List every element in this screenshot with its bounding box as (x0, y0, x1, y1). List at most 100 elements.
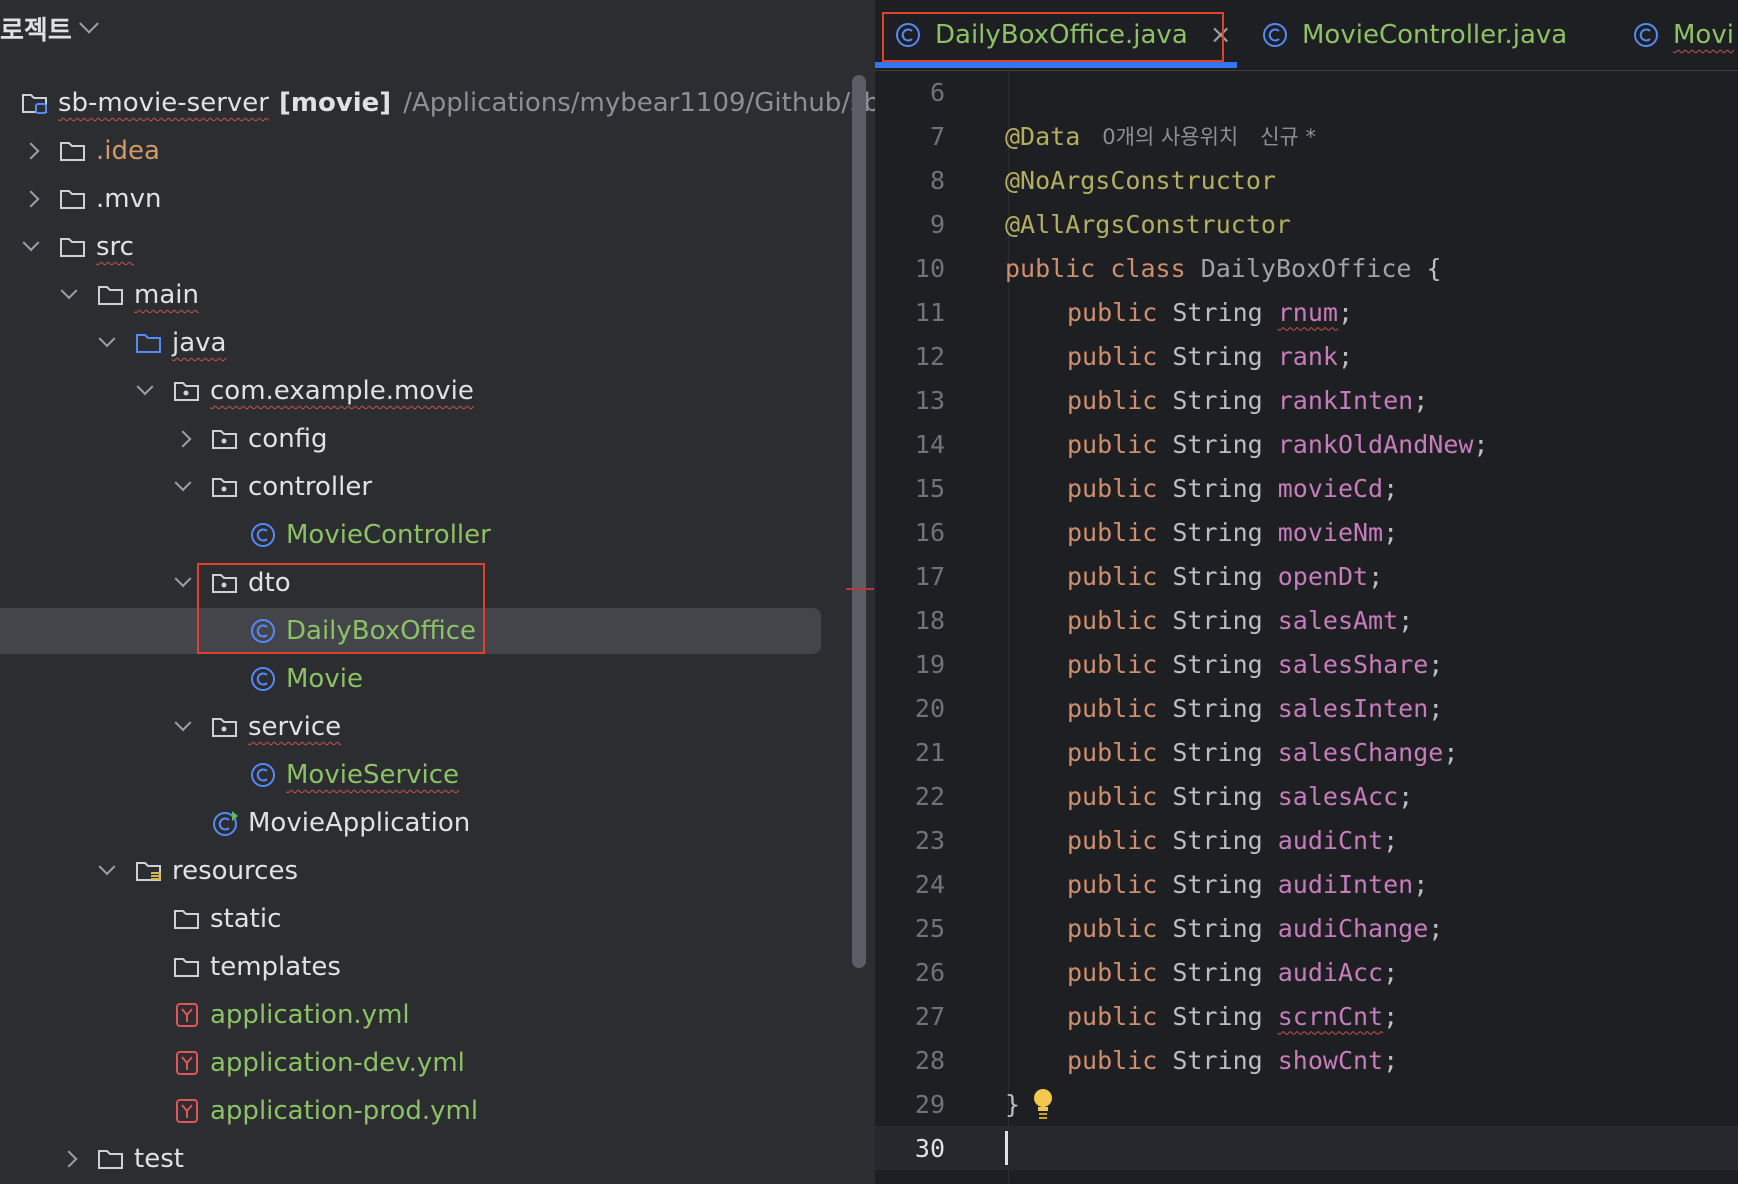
project-panel-header[interactable]: 로젝트 (0, 8, 99, 48)
tree-item-application-yml[interactable]: application.yml (0, 991, 860, 1039)
tree-root-name: sb-movie-server (58, 88, 269, 118)
lightbulb-icon[interactable] (1032, 1088, 1054, 1120)
chevron-down-icon[interactable] (172, 476, 194, 498)
chevron-down-icon[interactable] (172, 716, 194, 738)
tree-item-dto[interactable]: dto (0, 559, 860, 607)
usage-hint[interactable]: 0개의 사용위치 (1102, 121, 1238, 151)
tree-item-idea[interactable]: .idea (0, 127, 860, 175)
folder-icon (58, 233, 88, 261)
keyword: public (1067, 913, 1158, 943)
chevron-right-icon[interactable] (58, 1148, 80, 1170)
code-line: 7 @Data 0개의 사용위치 신규 * (875, 114, 1738, 158)
tree-item-movie[interactable]: Movie (0, 655, 860, 703)
chevron-right-icon[interactable] (172, 428, 194, 450)
field-name: openDt (1277, 561, 1369, 591)
code-line: 6 (875, 70, 1738, 114)
tree-item-config[interactable]: config (0, 415, 860, 463)
tree-label-static: static (210, 904, 282, 934)
code-line: 28 public String showCnt; (875, 1038, 1738, 1082)
line-number: 9 (929, 209, 945, 239)
keyword: public (1005, 253, 1096, 283)
tree-item-main[interactable]: main (0, 271, 860, 319)
tree-item-templates[interactable]: templates (0, 943, 860, 991)
line-number: 21 (914, 737, 945, 767)
tab-highlight-box (882, 12, 1224, 62)
chevron-right-icon[interactable] (20, 188, 42, 210)
code-line: 24 public String audiInten; (875, 862, 1738, 906)
chevron-down-icon[interactable] (58, 284, 80, 306)
folder-icon (96, 281, 126, 309)
tree-item-root[interactable]: sb-movie-server [movie] /Applications/my… (0, 79, 875, 127)
yaml-file-icon (172, 1001, 202, 1029)
tree-label-application-prod-yml: application-prod.yml (210, 1096, 479, 1126)
line-number: 8 (929, 165, 945, 195)
field-name: audiCnt (1277, 825, 1384, 855)
keyword: public (1067, 869, 1158, 899)
tree-item-src[interactable]: src (0, 223, 860, 271)
chevron-down-icon[interactable] (172, 572, 194, 594)
tree-item-static[interactable]: static (0, 895, 860, 943)
tab-label: MovieController.java (1302, 20, 1568, 50)
code-line: 14 public String rankOldAndNew; (875, 422, 1738, 466)
tree-item-test[interactable]: test (0, 1135, 860, 1183)
code-line: 26 public String audiAcc; (875, 950, 1738, 994)
chevron-down-icon[interactable] (96, 332, 118, 354)
chevron-down-icon[interactable] (96, 860, 118, 882)
chevron-down-icon[interactable] (134, 380, 156, 402)
semicolon: ; (1413, 385, 1429, 415)
chevron-down-icon[interactable] (78, 13, 99, 34)
type: String (1172, 561, 1263, 591)
module-folder-icon (20, 89, 50, 117)
tree-label-templates: templates (210, 952, 341, 982)
tree-item-resources[interactable]: resources (0, 847, 860, 895)
code-line: 25 public String audiChange; (875, 906, 1738, 950)
code-line-current[interactable]: 30 (875, 1126, 1738, 1170)
semicolon: ; (1383, 1045, 1399, 1075)
tree-item-application-dev-yml[interactable]: application-dev.yml (0, 1039, 860, 1087)
tree-item-daily-box-office[interactable]: DailyBoxOffice (0, 607, 860, 655)
tree-item-controller[interactable]: controller (0, 463, 860, 511)
tree-label-main: main (134, 280, 199, 310)
project-scrollbar[interactable] (852, 75, 866, 968)
semicolon: ; (1383, 473, 1399, 503)
line-number: 28 (914, 1045, 945, 1075)
field-name: salesAmt (1277, 605, 1399, 635)
chevron-down-icon[interactable] (20, 236, 42, 258)
tree-label-movie: Movie (286, 664, 363, 694)
tree-item-mvn[interactable]: .mvn (0, 175, 860, 223)
tree-item-movie-controller[interactable]: MovieController (0, 511, 860, 559)
class-icon (1631, 21, 1661, 49)
folder-icon (58, 137, 88, 165)
line-number: 29 (914, 1089, 945, 1119)
code-line: 29} (875, 1082, 1738, 1126)
tab-movie[interactable]: Movi (1631, 10, 1734, 60)
tree-label-application-yml: application.yml (210, 1000, 410, 1030)
type: String (1172, 913, 1263, 943)
new-hint[interactable]: 신규 * (1260, 121, 1316, 151)
semicolon: ; (1428, 913, 1444, 943)
code-line: 22 public String salesAcc; (875, 774, 1738, 818)
keyword: class (1110, 253, 1186, 283)
line-number: 30 (914, 1133, 945, 1163)
tree-item-application-prod-yml[interactable]: application-prod.yml (0, 1087, 860, 1135)
type: String (1172, 1001, 1263, 1031)
chevron-right-icon[interactable] (20, 140, 42, 162)
type: String (1172, 1045, 1263, 1075)
type: String (1172, 781, 1263, 811)
tree-item-package[interactable]: com.example.movie (0, 367, 860, 415)
tree-item-service[interactable]: service (0, 703, 860, 751)
tree-label-service: service (248, 712, 342, 742)
code-line: 11 public String rnum; (875, 290, 1738, 334)
keyword: public (1067, 737, 1158, 767)
keyword: public (1067, 297, 1158, 327)
tree-item-movie-service[interactable]: MovieService (0, 751, 860, 799)
tree-item-java[interactable]: java (0, 319, 860, 367)
folder-icon (172, 953, 202, 981)
tab-movie-controller[interactable]: MovieController.java (1260, 10, 1567, 60)
line-number: 14 (914, 429, 945, 459)
annotation: @NoArgsConstructor (1005, 165, 1276, 195)
tree-item-movie-application[interactable]: MovieApplication (0, 799, 860, 847)
field-name: movieCd (1277, 473, 1384, 503)
code-area[interactable]: 6 7 @Data 0개의 사용위치 신규 * 8 @NoArgsConstru… (875, 70, 1738, 1184)
field-name: movieNm (1277, 517, 1384, 547)
